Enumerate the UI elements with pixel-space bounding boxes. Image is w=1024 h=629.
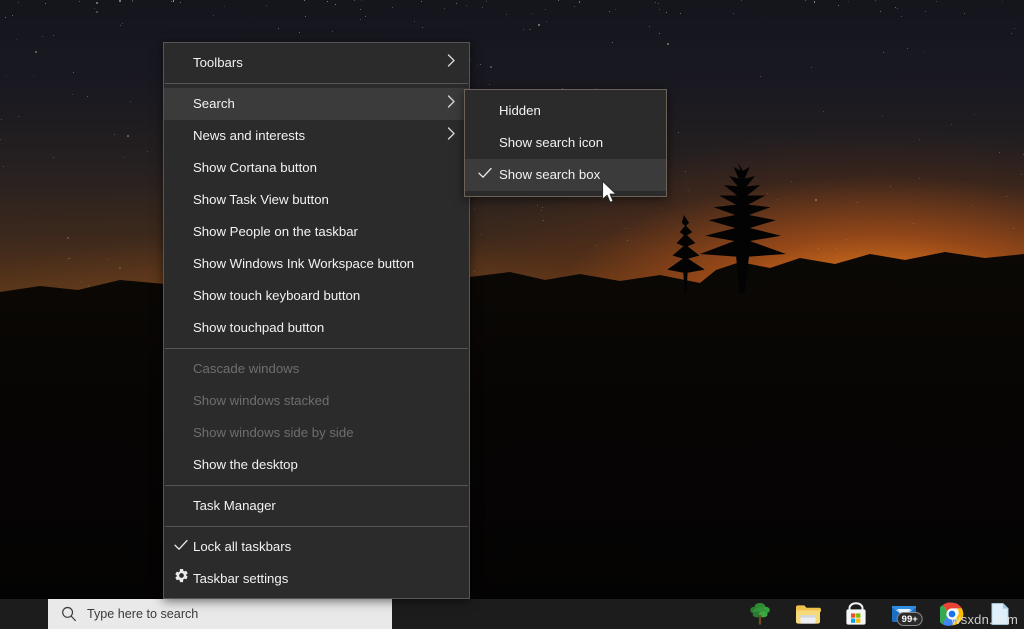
menu-item-label: Task Manager (193, 490, 276, 522)
menu-item-label: Toolbars (193, 47, 243, 79)
menu-item-news-and-interests[interactable]: News and interests (164, 120, 469, 152)
menu-item-lock-all-taskbars[interactable]: Lock all taskbars (164, 531, 469, 563)
taskbar-context-menu[interactable]: Toolbars SearchNews and interestsShow Cor… (163, 42, 470, 599)
chevron-right-icon (447, 120, 456, 152)
menu-separator (165, 348, 468, 349)
menu-item-label: Cascade windows (193, 353, 299, 385)
menu-item-show-touch-keyboard-button[interactable]: Show touch keyboard button (164, 280, 469, 312)
menu-item-toolbars[interactable]: Toolbars (164, 47, 469, 79)
menu-item-show-windows-ink-workspace-button[interactable]: Show Windows Ink Workspace button (164, 248, 469, 280)
menu-item-label: Show search icon (499, 127, 603, 159)
menu-separator (165, 485, 468, 486)
wallpaper-mountain-silhouette (0, 250, 1024, 629)
menu-item-label: Show Task View button (193, 184, 329, 216)
taskbar[interactable]: Type here to search (0, 599, 1024, 629)
menu-item-label: Show touch keyboard button (193, 280, 360, 312)
menu-item-taskbar-settings[interactable]: Taskbar settings (164, 563, 469, 595)
menu-item-task-manager[interactable]: Task Manager (164, 490, 469, 522)
menu-separator (165, 526, 468, 527)
menu-item-label: Show Windows Ink Workspace button (193, 248, 414, 280)
microsoft-store-icon[interactable] (832, 599, 880, 629)
chevron-right-icon (447, 47, 456, 79)
menu-item-show-the-desktop[interactable]: Show the desktop (164, 449, 469, 481)
menu-item-show-cortana-button[interactable]: Show Cortana button (164, 152, 469, 184)
checkmark-icon (476, 159, 494, 191)
google-chrome-icon[interactable] (928, 599, 976, 629)
tree-app-icon[interactable] (736, 599, 784, 629)
sticky-notes-icon[interactable] (976, 599, 1024, 629)
menu-item-show-search-icon[interactable]: Show search icon (465, 127, 666, 159)
menu-item-label: Show touchpad button (193, 312, 324, 344)
menu-item-label: Show People on the taskbar (193, 216, 358, 248)
menu-item-label: Show windows side by side (193, 417, 354, 449)
menu-item-hidden[interactable]: Hidden (465, 95, 666, 127)
menu-item-show-touchpad-button[interactable]: Show touchpad button (164, 312, 469, 344)
checkmark-icon (172, 531, 190, 563)
menu-item-label: News and interests (193, 120, 305, 152)
menu-item-label: Search (193, 88, 235, 120)
search-placeholder-text: Type here to search (87, 607, 198, 621)
menu-item-show-windows-stacked: Show windows stacked (164, 385, 469, 417)
mail-unread-badge: 99+ (897, 612, 923, 626)
menu-separator (165, 83, 468, 84)
menu-item-show-windows-side-by-side: Show windows side by side (164, 417, 469, 449)
menu-item-label: Show search box (499, 159, 600, 191)
menu-item-label: Show the desktop (193, 449, 298, 481)
chevron-right-icon (447, 88, 456, 120)
menu-item-show-task-view-button[interactable]: Show Task View button (164, 184, 469, 216)
taskbar-search-box[interactable]: Type here to search (48, 599, 392, 629)
menu-item-search[interactable]: Search (164, 88, 469, 120)
menu-item-show-search-box[interactable]: Show search box (465, 159, 666, 191)
mail-icon[interactable]: 99+ (880, 599, 928, 629)
menu-item-show-people-on-the-taskbar[interactable]: Show People on the taskbar (164, 216, 469, 248)
menu-item-label: Hidden (499, 95, 541, 127)
search-submenu[interactable]: HiddenShow search iconShow search box (464, 89, 667, 197)
search-icon (60, 605, 78, 623)
menu-item-label: Show Cortana button (193, 152, 317, 184)
menu-item-label: Show windows stacked (193, 385, 329, 417)
menu-item-label: Taskbar settings (193, 563, 288, 595)
gear-icon (172, 563, 190, 595)
taskbar-tray[interactable]: 99+ (736, 599, 1024, 629)
mouse-pointer (601, 180, 619, 211)
file-explorer-icon[interactable] (784, 599, 832, 629)
menu-item-label: Lock all taskbars (193, 531, 291, 563)
menu-item-cascade-windows: Cascade windows (164, 353, 469, 385)
